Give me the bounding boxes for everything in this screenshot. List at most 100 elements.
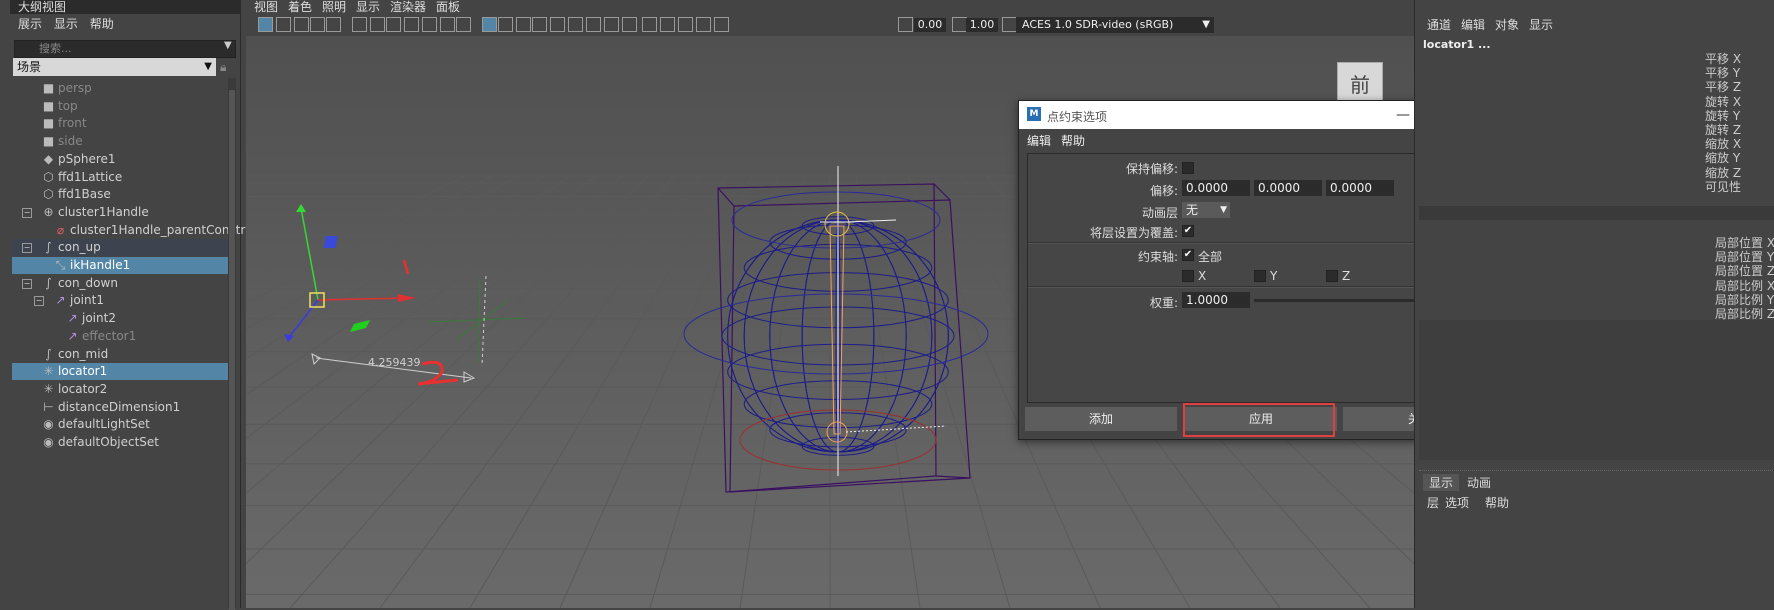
outliner-item-top[interactable]: ■ top [12, 98, 228, 115]
outliner-item-ffd1lattice[interactable]: ⬡ ffd1Lattice [12, 169, 228, 186]
channel-attr-label[interactable]: 平移 Z [1705, 80, 1774, 94]
outliner-item-psphere1[interactable]: ◆ pSphere1 [12, 151, 228, 168]
wireframe-icon[interactable] [482, 17, 497, 32]
outliner-item-joint1[interactable]: − ↗ joint1 [12, 292, 228, 309]
camera-select-icon[interactable] [258, 17, 273, 32]
menu-show[interactable]: 显示 [356, 0, 380, 14]
axis-x-checkbox[interactable] [1182, 270, 1194, 282]
tab-animation[interactable]: 动画 [1467, 474, 1491, 491]
menu-show[interactable]: 显示 [54, 14, 78, 34]
collapse-icon[interactable]: − [22, 207, 32, 218]
shape-attr-label[interactable]: 局部比例 X [1715, 279, 1774, 293]
channel-attr-label[interactable]: 旋转 Z [1705, 123, 1774, 137]
safe-title-icon[interactable] [456, 17, 471, 32]
outliner-item-locator2[interactable]: ✳ locator2 [12, 381, 228, 398]
scene-select[interactable]: 场景 ▼ [13, 58, 216, 76]
film-gate-icon[interactable] [370, 17, 385, 32]
outliner-item-locator1[interactable]: ✳ locator1 [12, 363, 228, 381]
add-button[interactable]: 添加 [1025, 407, 1177, 431]
outliner-item-defaultlightset[interactable]: ◉ defaultLightSet [12, 416, 228, 433]
channel-attr-label[interactable]: 平移 X [1705, 52, 1774, 66]
camera-attr-icon[interactable] [276, 17, 291, 32]
outliner-item-con_up[interactable]: − ∫ con_up [12, 239, 228, 257]
resolution-gate-icon[interactable] [386, 17, 401, 32]
offset-x-field[interactable]: 0.0000 [1182, 180, 1250, 196]
menu-options[interactable]: 选项 [1445, 494, 1469, 511]
channel-attr-label[interactable]: 缩放 X [1705, 137, 1774, 151]
grease-pencil-icon[interactable] [326, 17, 341, 32]
shadows-icon[interactable] [568, 17, 583, 32]
menu-show[interactable]: 显示 [1529, 16, 1553, 33]
gate-mask-icon[interactable] [404, 17, 419, 32]
motion-blur-icon[interactable] [604, 17, 619, 32]
anim-layer-select[interactable]: 无 ▼ [1182, 202, 1230, 218]
exposure-icon[interactable] [898, 17, 913, 32]
default-material-icon[interactable] [516, 17, 531, 32]
antialias-icon[interactable] [622, 17, 637, 32]
outliner-item-joint2[interactable]: ↗ joint2 [12, 310, 228, 327]
image-plane-icon[interactable] [310, 17, 325, 32]
menu-help[interactable]: 帮助 [90, 14, 114, 34]
collapse-icon[interactable]: − [22, 278, 32, 289]
axis-y-checkbox[interactable] [1254, 270, 1266, 282]
channel-attr-label[interactable]: 缩放 Y [1705, 151, 1774, 165]
menu-channels[interactable]: 通道 [1427, 16, 1451, 33]
outliner-item-ffd1base[interactable]: ⬡ ffd1Base [12, 186, 228, 203]
channel-attr-label[interactable]: 平移 Y [1705, 66, 1774, 80]
color-manage-icon[interactable] [1002, 17, 1017, 32]
safe-action-icon[interactable] [440, 17, 455, 32]
offset-z-field[interactable]: 0.0000 [1326, 180, 1394, 196]
outliner-item-defaultobjectset[interactable]: ◉ defaultObjectSet [12, 434, 228, 451]
menu-object[interactable]: 对象 [1495, 16, 1519, 33]
outliner-item-effector1[interactable]: ↗ effector1 [12, 328, 228, 345]
shape-attr-label[interactable]: 局部位置 Y [1715, 250, 1774, 264]
offset-y-field[interactable]: 0.0000 [1254, 180, 1322, 196]
outliner-item-side[interactable]: ■ side [12, 133, 228, 150]
menu-help[interactable]: 帮助 [1061, 132, 1085, 149]
outliner-scrollbar[interactable] [228, 78, 236, 610]
scrollbar-thumb[interactable] [229, 90, 235, 610]
backface-icon[interactable] [714, 17, 729, 32]
menu-lighting[interactable]: 照明 [322, 0, 346, 14]
smooth-shade-icon[interactable] [498, 17, 513, 32]
outliner-item-cluster1handle_parentconstrai[interactable]: ⌀ cluster1Handle_parentConstrai [12, 222, 256, 239]
search-dropdown-icon[interactable]: ▼ [224, 40, 232, 51]
channel-attr-label[interactable]: 旋转 X [1705, 95, 1774, 109]
screen-space-ao-icon[interactable] [586, 17, 601, 32]
tab-display[interactable]: 显示 [1423, 474, 1460, 491]
outliner-item-cluster1handle[interactable]: − ⊕ cluster1Handle [12, 204, 228, 221]
override-checkbox[interactable]: ✔ [1182, 225, 1194, 237]
channel-attr-label[interactable]: 缩放 Z [1705, 166, 1774, 180]
menu-renderer[interactable]: 渲染器 [390, 0, 426, 14]
menu-edit[interactable]: 编辑 [1461, 16, 1485, 33]
weight-field[interactable]: 1.0000 [1182, 292, 1250, 308]
gamma-field[interactable]: 1.00 [966, 18, 998, 32]
maintain-offset-checkbox[interactable] [1182, 162, 1194, 174]
isolate-icon[interactable] [642, 17, 657, 32]
outliner-item-front[interactable]: ■ front [12, 115, 228, 132]
outliner-item-distancedimension1[interactable]: ⊢ distanceDimension1 [12, 399, 228, 416]
minimize-icon[interactable]: — [1395, 107, 1411, 123]
collapse-icon[interactable]: − [34, 296, 44, 307]
bookmark-icon[interactable] [294, 17, 309, 32]
channel-attr-label[interactable]: 旋转 Y [1705, 109, 1774, 123]
outliner-item-ikhandle1[interactable]: ⤡ ikHandle1 [12, 257, 228, 274]
outliner-item-con_mid[interactable]: ∫ con_mid [12, 346, 228, 363]
lock-icon[interactable]: 🔒︎ [220, 60, 232, 74]
menu-layers[interactable]: 层 [1427, 494, 1439, 511]
outliner-item-con_down[interactable]: − ∫ con_down [12, 275, 228, 292]
axis-all-checkbox[interactable]: ✔ [1182, 249, 1194, 261]
gamma-icon[interactable] [952, 17, 967, 32]
color-space-select[interactable]: ACES 1.0 SDR-video (sRGB) ▼ [1016, 17, 1214, 33]
menu-edit[interactable]: 编辑 [1027, 132, 1051, 149]
menu-display[interactable]: 展示 [18, 14, 42, 34]
shape-attr-label[interactable]: 局部位置 X [1715, 236, 1774, 250]
outliner-item-persp[interactable]: ■ persp [12, 80, 228, 97]
menu-view[interactable]: 视图 [254, 0, 278, 14]
field-chart-icon[interactable] [422, 17, 437, 32]
textured-icon[interactable] [532, 17, 547, 32]
channel-attr-label[interactable]: 可见性 [1705, 180, 1774, 194]
exposure-field[interactable]: 0.00 [914, 18, 946, 32]
axis-z-checkbox[interactable] [1326, 270, 1338, 282]
menu-help[interactable]: 帮助 [1485, 494, 1509, 511]
